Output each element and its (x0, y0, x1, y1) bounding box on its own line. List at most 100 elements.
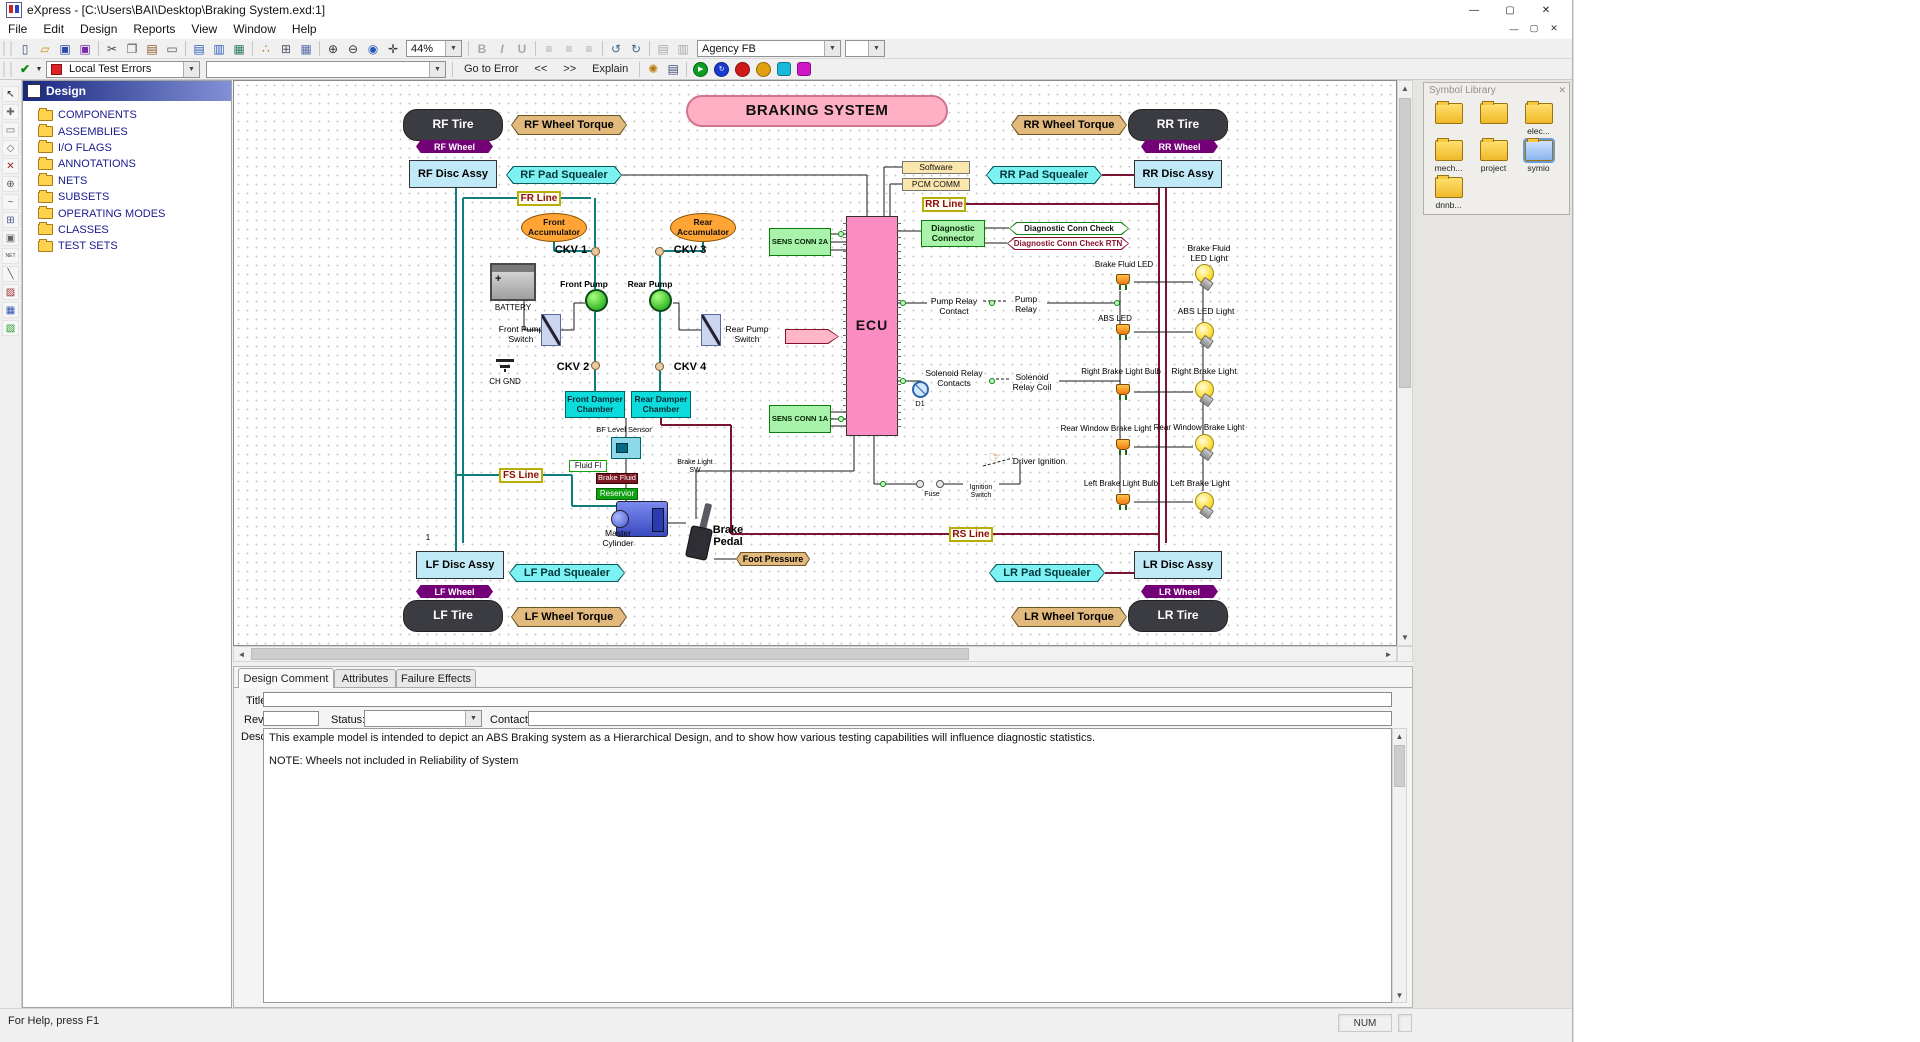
abs-led[interactable] (1112, 323, 1134, 341)
diagram-title[interactable]: BRAKING SYSTEM (686, 95, 948, 127)
bf-level-sensor-label[interactable]: BF Level Sensor (592, 426, 656, 435)
sens-conn-1a[interactable]: SENS CONN 1A (769, 405, 831, 433)
design-canvas[interactable]: BRAKING SYSTEMRF TireRF Wheel TorqueRR W… (233, 80, 1397, 646)
zoom-combobox[interactable]: 44%▼ (406, 40, 462, 57)
zoom-dropdown-arrow[interactable]: ▼ (445, 41, 461, 56)
scroll-down-arrow[interactable]: ▼ (1398, 630, 1412, 645)
mark-magenta-button[interactable] (797, 62, 811, 76)
globe-icon[interactable]: ◉ (363, 40, 383, 58)
run-check-caret[interactable]: ▼ (35, 60, 43, 78)
sens-conn-2a[interactable]: SENS CONN 2A (769, 228, 831, 256)
rf-tire[interactable]: RF Tire (403, 109, 503, 141)
italic-icon[interactable]: I (492, 40, 512, 58)
testpoint-5[interactable] (989, 300, 995, 306)
error-filter-arrow[interactable]: ▼ (183, 62, 199, 77)
lf-pad-squealer[interactable]: LF Pad Squealer (509, 564, 625, 582)
fluid-fl-label[interactable]: Fluid Fl (569, 460, 607, 472)
delete-tool-icon[interactable]: ✕ (2, 158, 19, 174)
stop-red-button[interactable] (735, 62, 750, 77)
menu-window[interactable]: Window (225, 21, 284, 37)
scroll-right-arrow[interactable]: ► (1381, 647, 1396, 661)
canvas-vscrollbar[interactable]: ▲ ▼ (1397, 80, 1413, 646)
align-right-icon[interactable]: ≡ (579, 40, 599, 58)
rr-disc-assy[interactable]: RR Disc Assy (1134, 160, 1222, 188)
lock-tool-icon[interactable]: ▣ (2, 230, 19, 246)
zoom-out-icon[interactable]: ⊖ (343, 40, 363, 58)
tab-attributes[interactable]: Attributes (334, 669, 396, 687)
diode-d1[interactable] (912, 381, 929, 398)
left-brake-light-bulb[interactable] (1193, 491, 1215, 519)
pump-relay-label[interactable]: Pump Relay (1005, 295, 1047, 315)
lr-wheel[interactable]: LR Wheel (1141, 585, 1218, 598)
testpoint-1[interactable] (838, 231, 844, 237)
scroll-left-arrow[interactable]: ◄ (234, 647, 249, 661)
tree-item-subsets[interactable]: SUBSETS (23, 189, 231, 205)
bold-icon[interactable]: B (472, 40, 492, 58)
rr-pad-squealer[interactable]: RR Pad Squealer (986, 166, 1102, 184)
front-pump[interactable] (585, 289, 608, 312)
font-size-dropdown-arrow[interactable]: ▼ (868, 41, 884, 56)
tab-design-comment[interactable]: Design Comment (238, 668, 334, 688)
font-dropdown-arrow[interactable]: ▼ (824, 41, 840, 56)
underline-icon[interactable]: U (512, 40, 532, 58)
print-icon[interactable]: ▭ (162, 40, 182, 58)
junction-ckv4[interactable] (655, 362, 664, 371)
new-icon[interactable]: ▯ (15, 40, 35, 58)
error-search-arrow[interactable]: ▼ (429, 62, 445, 77)
rear-window-brake-light-led[interactable] (1112, 438, 1134, 456)
menu-edit[interactable]: Edit (35, 21, 72, 37)
contact-input[interactable] (528, 711, 1392, 726)
save-icon[interactable]: ▣ (55, 40, 75, 58)
grid-tool-icon[interactable]: ⊞ (2, 212, 19, 228)
tree-item-nets[interactable]: NETS (23, 173, 231, 189)
menu-design[interactable]: Design (72, 21, 125, 37)
probe-cyan-button[interactable] (777, 62, 791, 76)
hierarchy-icon[interactable]: ∴ (256, 40, 276, 58)
toolbar-grip[interactable] (3, 41, 12, 56)
symbol-library-close-icon[interactable]: ✕ (1558, 85, 1566, 96)
right-brake-light-bulb[interactable] (1193, 379, 1215, 407)
font-combobox[interactable]: Agency FB▼ (697, 40, 841, 57)
lf-wheel[interactable]: LF Wheel (416, 585, 493, 598)
junction-ckv1[interactable] (591, 247, 600, 256)
diagnostic-conn-check[interactable]: Diagnostic Conn Check (1009, 222, 1129, 235)
close-button[interactable]: ✕ (1528, 1, 1564, 19)
run-check-icon[interactable]: ✔ (15, 60, 35, 78)
brake-fluid-led[interactable] (1112, 273, 1134, 291)
hydraulic-arrow[interactable] (785, 329, 839, 344)
solenoid-relay-coil-label[interactable]: Solenoid Relay Coil (1005, 373, 1059, 393)
testpoint-7[interactable] (1114, 300, 1120, 306)
tree-item-components[interactable]: COMPONENTS (23, 107, 231, 123)
left-brake-light-led[interactable] (1112, 493, 1134, 511)
diagnostic-conn-check-rtn[interactable]: Diagnostic Conn Check RTN (1007, 237, 1129, 250)
lf-wheel-torque[interactable]: LF Wheel Torque (511, 607, 627, 627)
ckv-2[interactable]: CKV 2 (554, 361, 592, 374)
lr-pad-squealer[interactable]: LR Pad Squealer (989, 564, 1105, 582)
sim-blue-button[interactable]: ↻ (714, 62, 729, 77)
lf-tire[interactable]: LF Tire (403, 600, 503, 632)
lib-mech[interactable]: mech... (1430, 140, 1467, 173)
brake-fluid-led-label[interactable]: Brake Fluid LED (1089, 260, 1159, 270)
scroll-up-arrow[interactable]: ▲ (1398, 81, 1412, 96)
error-search-combobox[interactable]: ▼ (206, 61, 446, 78)
hscroll-thumb[interactable] (251, 648, 969, 660)
desc-vscroll-thumb[interactable] (1394, 745, 1405, 787)
mdi-minimize-button[interactable]: — (1504, 21, 1524, 36)
front-pump-label[interactable]: Front Pump (556, 280, 612, 290)
font-size-combobox[interactable]: ▼ (845, 40, 885, 57)
driver-ignition-label[interactable]: Driver Ignition (1010, 457, 1068, 467)
rear-window-brake-light-label[interactable]: Rear Window Brake Light (1150, 423, 1248, 433)
minimize-button[interactable]: — (1456, 1, 1492, 19)
fuse-label[interactable]: Fuse (920, 490, 944, 499)
diode-d1-label[interactable]: D1 (911, 400, 929, 409)
pcm-comm[interactable]: PCM COMM (902, 178, 970, 191)
save-all-icon[interactable]: ▣ (75, 40, 95, 58)
rf-wheel[interactable]: RF Wheel (416, 140, 493, 153)
ignition-switch-label[interactable]: Ignition Switch (963, 483, 999, 501)
fr-line[interactable]: FR Line (517, 191, 561, 206)
brake-pedal-label[interactable]: Brake Pedal (705, 523, 751, 549)
cut-icon[interactable]: ✂ (102, 40, 122, 58)
library-root[interactable] (1430, 103, 1467, 136)
rear-pump-switch-label[interactable]: Rear Pump Switch (720, 325, 774, 345)
layout-a-icon[interactable]: ▤ (653, 40, 673, 58)
